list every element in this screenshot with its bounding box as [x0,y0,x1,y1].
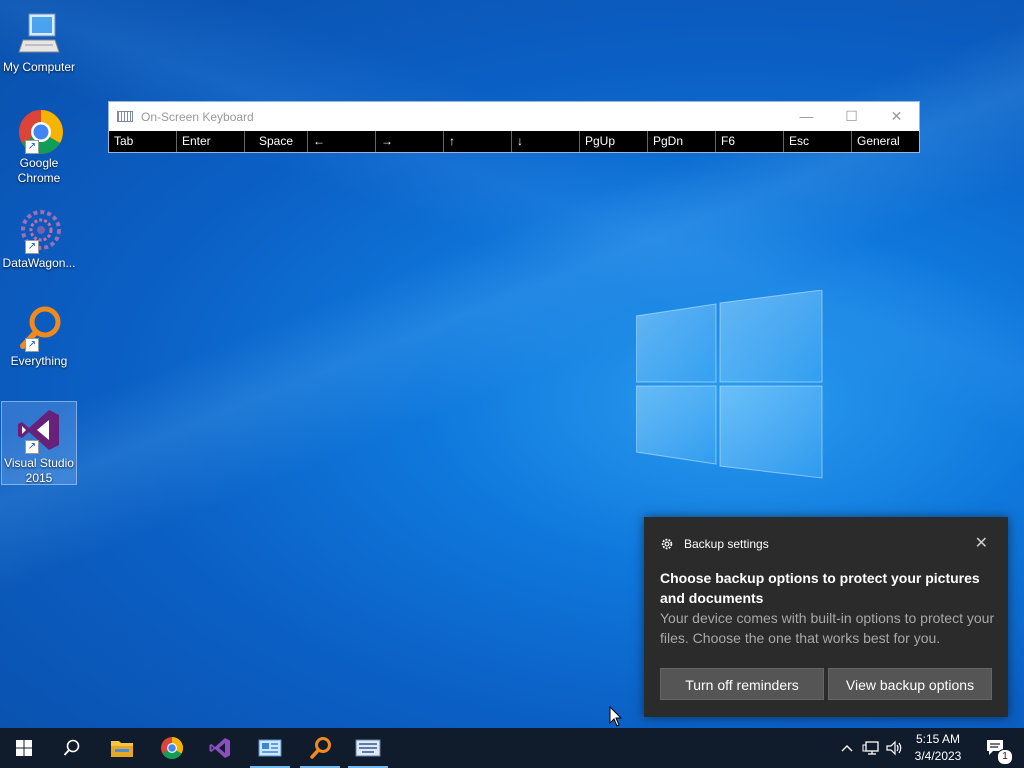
volume-tray-button[interactable] [884,728,906,768]
visual-studio-icon [209,738,230,758]
notification-count-badge: 1 [997,749,1013,765]
taskbar-chrome[interactable] [148,728,196,768]
desktop-icon-visual-studio-2015[interactable]: ↗ Visual Studio 2015 [1,401,77,485]
keyboard-icon [355,739,381,757]
key-left[interactable]: ← [308,131,376,152]
taskbar: 5:15 AM 3/4/2023 1 [0,728,1024,768]
key-esc[interactable]: Esc [784,131,852,152]
key-pgup[interactable]: PgUp [580,131,648,152]
close-button[interactable]: ✕ [874,108,919,125]
datawagon-icon: ↗ [15,206,63,254]
windows-logo-wallpaper [636,290,823,479]
maximize-button[interactable]: ☐ [829,108,874,125]
search-icon [63,739,80,756]
key-up[interactable]: ↑ [444,131,512,152]
toast-title: Choose backup options to protect your pi… [660,570,980,606]
chrome-icon [161,737,183,759]
gear-icon [661,538,673,550]
chevron-up-icon [841,745,853,752]
minimize-button[interactable]: — [784,108,829,125]
on-screen-keyboard-window[interactable]: On-Screen Keyboard — ☐ ✕ Tab Enter Space… [108,101,920,153]
backup-notification-toast[interactable]: Backup settings ✕ Choose backup options … [644,517,1008,717]
desktop-icon-label: Visual Studio 2015 [4,456,74,485]
osk-titlebar[interactable]: On-Screen Keyboard — ☐ ✕ [109,102,919,131]
action-center-button[interactable]: 1 [978,728,1014,768]
chrome-icon: ↗ [15,106,63,154]
network-tray-button[interactable] [860,728,882,768]
mouse-cursor-icon [609,706,623,727]
desktop-icon-datawagon[interactable]: ↗ DataWagon... [2,202,76,271]
folder-icon [111,741,133,757]
toast-close-icon[interactable]: ✕ [975,533,988,553]
windows-start-icon [16,740,32,756]
taskbar-file-explorer[interactable] [98,728,146,768]
desktop-icon-everything[interactable]: ↗ Everything [2,300,76,369]
speaker-icon [886,740,902,756]
turn-off-reminders-button[interactable]: Turn off reminders [660,668,824,700]
toast-body: Your device comes with built-in options … [660,610,995,646]
taskbar-on-screen-keyboard[interactable] [344,728,392,768]
clock-time: 5:15 AM [915,732,961,746]
taskbar-control-panel[interactable] [246,728,294,768]
desktop-icon-label: DataWagon... [2,256,76,270]
key-space[interactable]: Space [245,131,308,152]
key-down[interactable]: ↓ [512,131,580,152]
search-button[interactable] [48,728,96,768]
control-panel-icon [258,739,282,757]
key-general[interactable]: General [852,131,919,152]
visual-studio-icon: ↗ [15,406,63,454]
taskbar-everything[interactable] [296,728,344,768]
toast-app-name: Backup settings [684,537,769,551]
taskbar-clock[interactable]: 5:15 AM 3/4/2023 [908,731,968,765]
keyboard-icon [117,111,133,122]
desktop-icon-label: Google Chrome [17,156,61,185]
key-f6[interactable]: F6 [716,131,784,152]
desktop-icon-google-chrome[interactable]: ↗ Google Chrome [2,102,76,186]
key-enter[interactable]: Enter [177,131,245,152]
osk-title: On-Screen Keyboard [141,109,254,124]
shortcut-arrow-icon: ↗ [25,140,39,154]
osk-key-row: Tab Enter Space ← → ↑ ↓ PgUp PgDn F6 Esc… [109,131,919,152]
view-backup-options-button[interactable]: View backup options [828,668,992,700]
start-button[interactable] [0,728,48,768]
desktop-icon-my-computer[interactable]: My Computer [2,6,76,75]
key-right[interactable]: → [376,131,444,152]
everything-icon: ↗ [15,304,63,352]
desktop-icon-label: Everything [10,354,68,368]
shortcut-arrow-icon: ↗ [25,338,39,352]
network-icon [862,741,879,755]
show-hidden-icons-button[interactable] [838,728,856,768]
taskbar-visual-studio[interactable] [196,728,244,768]
shortcut-arrow-icon: ↗ [25,240,39,254]
clock-date: 3/4/2023 [914,749,962,763]
computer-icon [15,10,63,58]
key-tab[interactable]: Tab [109,131,177,152]
shortcut-arrow-icon: ↗ [25,440,39,454]
desktop-icon-label: My Computer [2,60,76,74]
everything-icon [310,737,331,759]
key-pgdn[interactable]: PgDn [648,131,716,152]
